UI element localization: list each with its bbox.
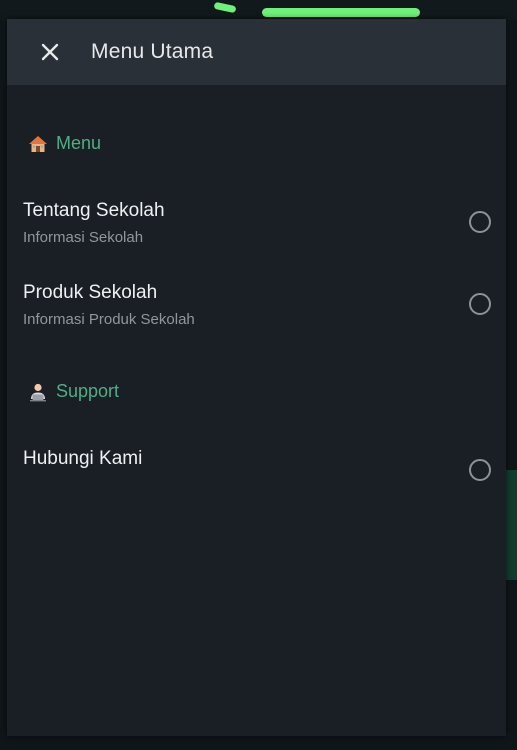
section-label: Support (56, 381, 120, 401)
section-header-support: Support (28, 381, 119, 402)
section-header-menu: Menu (28, 133, 101, 154)
background-top-bar (0, 0, 517, 20)
menu-item-produk-sekolah[interactable]: Produk Sekolah Informasi Produk Sekolah (7, 271, 506, 337)
menu-item-tentang-sekolah[interactable]: Tentang Sekolah Informasi Sekolah (7, 189, 506, 255)
menu-item-title: Produk Sekolah (23, 282, 158, 303)
radio-button[interactable] (469, 211, 491, 233)
close-icon (41, 43, 59, 61)
menu-item-subtitle: Informasi Sekolah (23, 229, 144, 246)
menu-item-hubungi-kami[interactable]: Hubungi Kami (7, 437, 506, 503)
menu-title: Menu Utama (91, 40, 214, 63)
menu-item-title: Tentang Sekolah (23, 200, 165, 221)
menu-header: Menu Utama (7, 19, 506, 85)
highlight-scribble (262, 8, 420, 17)
section-label: Menu (56, 133, 102, 153)
house-icon (28, 134, 48, 154)
main-menu-sheet: Menu Utama Menu Tentang Sekolah Informas… (7, 19, 506, 736)
radio-button[interactable] (469, 459, 491, 481)
menu-item-title: Hubungi Kami (23, 448, 143, 469)
close-button[interactable] (39, 41, 61, 63)
menu-item-subtitle: Informasi Produk Sekolah (23, 311, 195, 328)
technologist-icon (28, 382, 48, 402)
radio-button[interactable] (469, 293, 491, 315)
background-message-strip (505, 470, 517, 580)
